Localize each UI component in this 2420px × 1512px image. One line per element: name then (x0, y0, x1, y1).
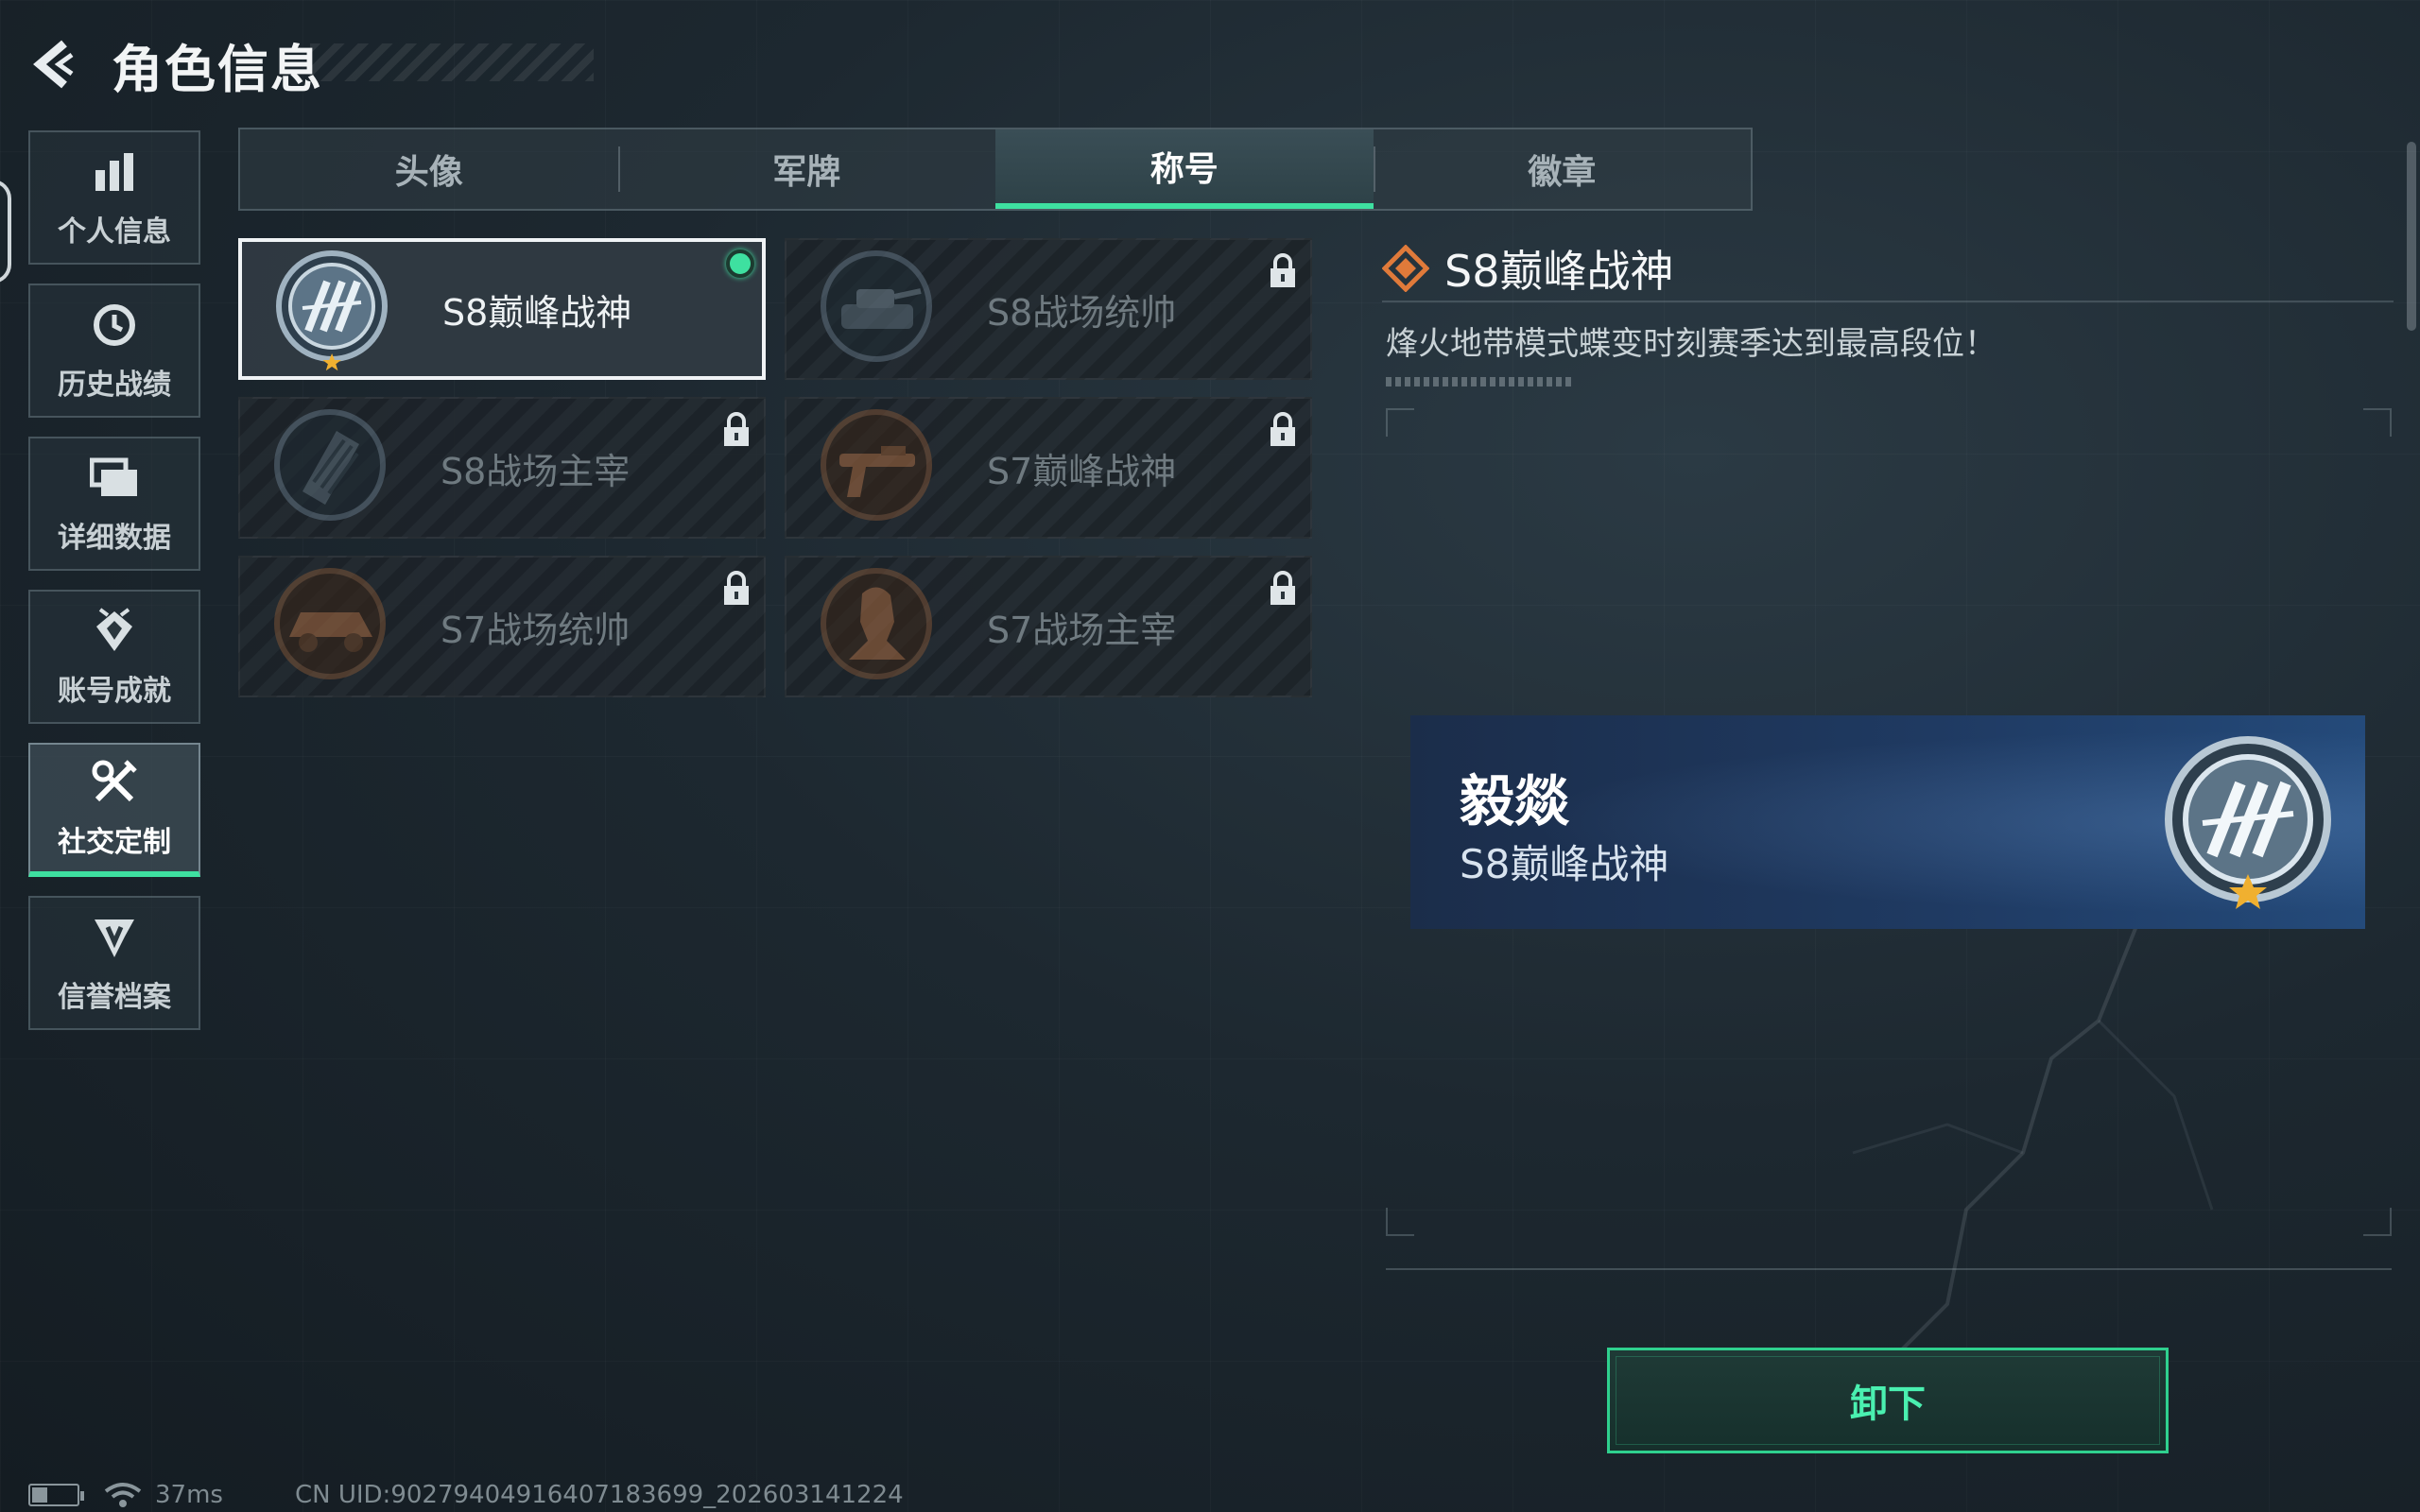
title-card-s7-commander[interactable]: S7战场统帅 (238, 556, 766, 697)
category-tabs: 头像 军牌 称号 徽章 (238, 128, 1753, 211)
detail-title: S8巅峰战神 (1444, 246, 1674, 297)
folder-icon (88, 452, 141, 505)
title-name: S8巅峰战神 (442, 291, 632, 334)
lock-icon (724, 571, 749, 605)
detail-description: 烽火地带模式蝶变时刻赛季达到最高段位！ (1386, 325, 1996, 363)
lock-icon (1270, 412, 1295, 446)
title-detail-panel: S8巅峰战神 烽火地带模式蝶变时刻赛季达到最高段位！ (1382, 236, 2394, 387)
emblem-s8-peak-icon (2165, 736, 2331, 909)
emblem-gun-icon (815, 406, 938, 529)
title-card-s7-peak[interactable]: S7巅峰战神 (785, 397, 1312, 539)
title-name: S8战场统帅 (987, 291, 1177, 334)
wifi-icon (104, 1483, 142, 1507)
tab-dogtag[interactable]: 军牌 (617, 129, 996, 209)
emblem-rocket-icon (268, 406, 391, 529)
side-handle[interactable] (0, 180, 11, 284)
ping-value: 37ms (155, 1481, 223, 1509)
title-grid: S8巅峰战神 S8战场统帅 S8战场主宰 S7巅峰战神 S7战场统帅 S7战场主… (238, 238, 1314, 697)
tab-badge[interactable]: 徽章 (1373, 129, 1752, 209)
sidebar-item-detailed-data[interactable]: 详细数据 (28, 437, 200, 571)
title-name: S8战场主宰 (441, 450, 631, 492)
sidebar-item-history[interactable]: 历史战绩 (28, 284, 200, 418)
player-name: 毅燚 (1460, 769, 1570, 833)
page-title: 角色信息 (112, 39, 323, 99)
emblem-s8-peak-icon (270, 248, 393, 370)
sidebar-item-credit-record[interactable]: 信誉档案 (28, 896, 200, 1030)
sidebar-item-label: 信誉档案 (58, 981, 171, 1014)
sidebar-item-label: 账号成就 (58, 675, 171, 708)
title-preview-banner: 毅燚 S8巅峰战神 (1410, 715, 2365, 929)
sidebar-item-label: 个人信息 (58, 215, 171, 249)
section-divider (1386, 1268, 2392, 1270)
shield-credit-icon (88, 911, 141, 964)
tools-icon (88, 756, 141, 809)
title-name: S7巅峰战神 (987, 450, 1177, 492)
title-card-s8-peak[interactable]: S8巅峰战神 (238, 238, 766, 380)
title-card-s8-dominator[interactable]: S8战场主宰 (238, 397, 766, 539)
tab-title[interactable]: 称号 (995, 129, 1374, 209)
battery-icon (28, 1484, 84, 1506)
frame-corner (2363, 1208, 2392, 1236)
frame-corner (2363, 408, 2392, 437)
detail-meta-strip (1386, 377, 1575, 387)
unequip-button[interactable]: 卸下 (1607, 1348, 2169, 1453)
emblem-vehicle-icon (268, 565, 391, 688)
lock-icon (1270, 253, 1295, 287)
title-decoration (310, 43, 594, 81)
diamond-rank-icon (1382, 245, 1429, 292)
scrollbar[interactable] (2407, 142, 2416, 331)
tab-avatar[interactable]: 头像 (240, 129, 618, 209)
sidebar-item-label: 历史战绩 (58, 369, 171, 402)
user-uid: CN UID:902794049164071836​99_20260314122… (294, 1481, 904, 1509)
emblem-tank-icon (815, 248, 938, 370)
equipped-indicator (726, 249, 754, 278)
bar-chart-icon (88, 146, 141, 198)
frame-corner (1386, 408, 1414, 437)
status-bar: 37ms CN UID:902794049164071836​99_202603… (28, 1480, 904, 1510)
emblem-soldier-icon (815, 565, 938, 688)
header: 角色信息 (26, 26, 594, 102)
sidebar: 个人信息 历史战绩 详细数据 账号成就 社交定制 信誉档案 (28, 130, 200, 1049)
title-card-s8-commander[interactable]: S8战场统帅 (785, 238, 1312, 380)
lock-icon (1270, 571, 1295, 605)
sidebar-item-achievements[interactable]: 账号成就 (28, 590, 200, 724)
history-clock-icon (88, 299, 141, 352)
achievement-icon (88, 605, 141, 658)
lock-icon (724, 412, 749, 446)
sidebar-item-label: 详细数据 (58, 522, 171, 555)
back-button[interactable] (26, 36, 83, 93)
title-card-s7-dominator[interactable]: S7战场主宰 (785, 556, 1312, 697)
back-arrow-icon (33, 40, 74, 89)
sidebar-item-personal-info[interactable]: 个人信息 (28, 130, 200, 265)
title-name: S7战场主宰 (987, 609, 1177, 651)
sidebar-item-social-custom[interactable]: 社交定制 (28, 743, 200, 877)
sidebar-item-label: 社交定制 (58, 826, 171, 859)
detail-header: S8巅峰战神 (1382, 236, 2394, 302)
title-name: S7战场统帅 (441, 609, 631, 651)
preview-title: S8巅峰战神 (1460, 841, 1669, 887)
frame-corner (1386, 1208, 1414, 1236)
